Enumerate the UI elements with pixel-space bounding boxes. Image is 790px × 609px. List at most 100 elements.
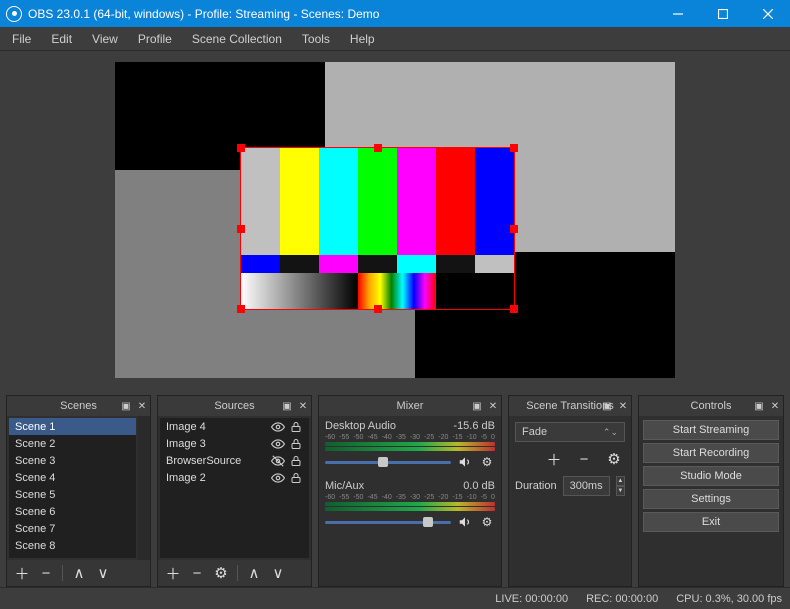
transition-select[interactable]: Fade ⌃⌄ [515,422,625,442]
sources-list[interactable]: Image 4Image 3BrowserSource Image 2 [160,418,309,558]
scene-item[interactable]: Scene 7 [9,520,136,537]
remove-scene-button[interactable]: − [35,562,57,584]
duration-label: Duration [515,480,557,492]
lock-icon[interactable] [289,420,303,434]
transitions-panel: Scene Transitions ▣✕ Fade ⌃⌄ ＋ − ⚙ Durat… [508,395,632,587]
source-item[interactable]: Image 2 [160,469,309,486]
source-item[interactable]: BrowserSource [160,452,309,469]
control-button-settings[interactable]: Settings [643,489,779,509]
remove-transition-button[interactable]: − [573,448,595,470]
menu-file[interactable]: File [2,27,41,50]
duration-input[interactable]: 300ms [563,476,610,496]
lock-icon[interactable] [289,437,303,451]
scene-item[interactable]: Scene 4 [9,469,136,486]
resize-handle[interactable] [374,144,382,152]
control-button-start-recording[interactable]: Start Recording [643,443,779,463]
undock-icon[interactable]: ▣ [281,400,293,412]
window-title: OBS 23.0.1 (64-bit, windows) - Profile: … [28,7,655,21]
undock-icon[interactable]: ▣ [753,400,765,412]
menu-profile[interactable]: Profile [128,27,182,50]
menu-scene-collection[interactable]: Scene Collection [182,27,292,50]
resize-handle[interactable] [237,144,245,152]
resize-handle[interactable] [237,225,245,233]
menu-tools[interactable]: Tools [292,27,340,50]
close-icon[interactable]: ✕ [769,400,781,412]
resize-handle[interactable] [510,225,518,233]
spin-down-button[interactable]: ▼ [616,486,625,496]
scene-item[interactable]: Scene 6 [9,503,136,520]
menu-edit[interactable]: Edit [41,27,82,50]
undock-icon[interactable]: ▣ [120,400,132,412]
channel-name: Desktop Audio [325,420,396,432]
menu-view[interactable]: View [82,27,128,50]
minimize-button[interactable] [655,0,700,27]
volume-slider[interactable] [325,461,451,464]
eye-off-icon[interactable] [271,454,285,468]
selected-source-image-4[interactable] [240,147,515,310]
control-button-start-streaming[interactable]: Start Streaming [643,420,779,440]
close-icon[interactable]: ✕ [297,400,309,412]
scene-item[interactable]: Scene 2 [9,435,136,452]
scene-item[interactable]: Scene 3 [9,452,136,469]
status-cpu: CPU: 0.3%, 30.00 fps [676,593,782,605]
vu-meter [325,507,495,511]
scrollbar[interactable] [138,416,150,560]
control-button-exit[interactable]: Exit [643,512,779,532]
control-button-studio-mode[interactable]: Studio Mode [643,466,779,486]
add-scene-button[interactable]: ＋ [11,562,33,584]
panel-title: Scenes [60,400,97,412]
vu-meter [325,447,495,451]
lock-icon[interactable] [289,471,303,485]
panel-title: Controls [691,400,732,412]
move-scene-down-button[interactable]: ∨ [92,562,114,584]
spin-up-button[interactable]: ▲ [616,476,625,486]
resize-handle[interactable] [510,144,518,152]
scene-item[interactable]: Scene 5 [9,486,136,503]
controls-panel: Controls ▣ ✕ Start Streaming Start Recordi… [638,395,784,587]
source-item[interactable]: Image 4 [160,418,309,435]
source-item[interactable]: Image 3 [160,435,309,452]
vu-meter [325,502,495,506]
resize-handle[interactable] [237,305,245,313]
scene-item[interactable]: Scene 8 [9,537,136,554]
source-properties-button[interactable]: ⚙ [210,562,232,584]
volume-slider[interactable] [325,521,451,524]
status-rec: REC: 00:00:00 [586,593,658,605]
close-icon[interactable]: ✕ [617,400,629,412]
move-scene-up-button[interactable]: ∧ [68,562,90,584]
add-source-button[interactable]: ＋ [162,562,184,584]
close-icon[interactable]: ✕ [136,400,148,412]
gear-icon[interactable]: ⚙ [479,454,495,470]
resize-handle[interactable] [510,305,518,313]
menu-help[interactable]: Help [340,27,385,50]
resize-handle[interactable] [374,305,382,313]
speaker-icon[interactable] [457,514,473,530]
maximize-button[interactable] [700,0,745,27]
status-live: LIVE: 00:00:00 [495,593,568,605]
transition-current: Fade [522,426,547,438]
eye-icon[interactable] [271,420,285,434]
add-transition-button[interactable]: ＋ [543,448,565,470]
gear-icon[interactable]: ⚙ [479,514,495,530]
close-icon[interactable]: ✕ [487,400,499,412]
scenes-list[interactable]: Scene 1Scene 2Scene 3Scene 4Scene 5Scene… [9,418,136,558]
transition-properties-button[interactable]: ⚙ [603,448,625,470]
close-button[interactable] [745,0,790,27]
preview-canvas[interactable] [115,62,675,378]
title-bar: OBS 23.0.1 (64-bit, windows) - Profile: … [0,0,790,27]
undock-icon[interactable]: ▣ [601,400,613,412]
eye-icon[interactable] [271,471,285,485]
source-label: Image 2 [166,472,206,484]
move-source-down-button[interactable]: ∨ [267,562,289,584]
preview-area[interactable] [0,51,790,389]
mixer-channel: Desktop Audio-15.6 dB-60-55-50-45-40-35-… [325,420,495,470]
channel-name: Mic/Aux [325,480,364,492]
undock-icon[interactable]: ▣ [471,400,483,412]
test-card-icon [241,148,514,309]
scene-item[interactable]: Scene 1 [9,418,136,435]
eye-icon[interactable] [271,437,285,451]
remove-source-button[interactable]: − [186,562,208,584]
move-source-up-button[interactable]: ∧ [243,562,265,584]
lock-icon[interactable] [289,454,303,468]
speaker-icon[interactable] [457,454,473,470]
